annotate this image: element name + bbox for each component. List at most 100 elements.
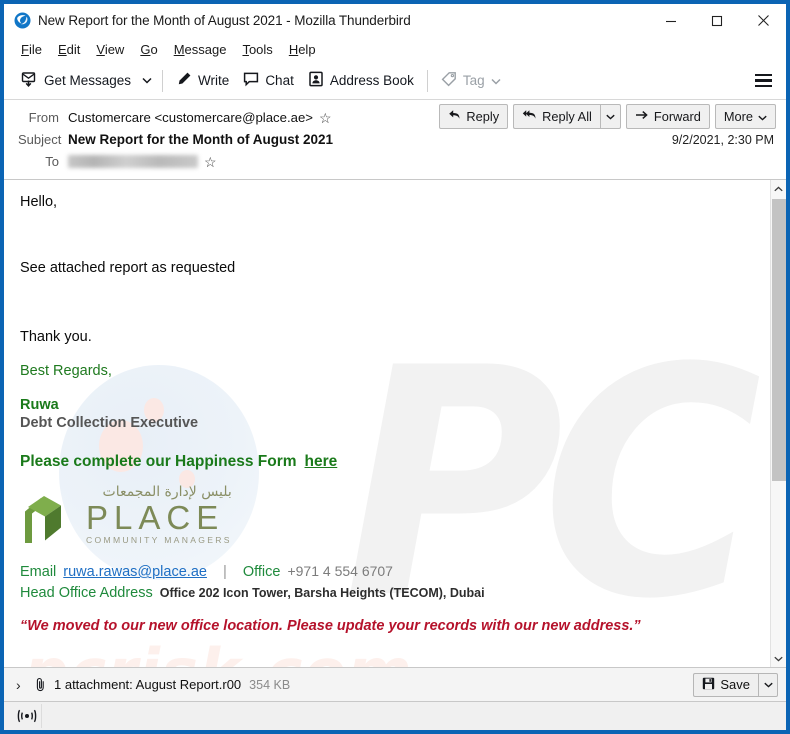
email-label: Email [20,564,57,580]
attachment-expand-icon[interactable]: › [16,677,32,693]
menu-file-rest: ile [28,42,42,57]
place-logo-text: بليس لإدارة المجمعات PLACE COMMUNITY MAN… [86,484,232,547]
scroll-up-arrow[interactable] [771,180,787,197]
menu-message-rest: essage [184,42,227,57]
main-toolbar: Get Messages Write Chat Address Book Tag [4,62,786,100]
to-label: To [45,154,59,169]
watermark-site-text: pcrisk.com [24,635,413,667]
menu-bar: File Edit View Go Message Tools Help [4,37,786,62]
more-button[interactable]: More [714,104,776,129]
toolbar-separator-1 [162,69,164,92]
contact-block: Email ruwa.rawas@place.ae | Office +971 … [20,563,770,601]
menu-tools-rest: ools [248,42,273,57]
forward-label: Forward [653,109,701,124]
happiness-form-link[interactable]: here [305,453,338,470]
signature-name: Ruwa [20,397,59,413]
paperclip-icon [34,677,47,692]
message-body: PC pcrisk.com Hello, See attached report… [4,180,770,667]
star-icon-to[interactable]: ☆ [204,155,217,169]
menu-message[interactable]: Message [166,40,235,59]
menu-go-rest: o [150,42,158,57]
menu-help[interactable]: Help [281,40,324,59]
reply-all-split: Reply All [513,104,621,129]
scroll-down-arrow[interactable] [771,650,787,667]
relocation-quote: “We moved to our new office location. Pl… [20,618,641,634]
get-messages-button[interactable]: Get Messages [14,66,138,95]
body-scrollbar[interactable] [770,180,786,667]
menu-edit[interactable]: Edit [50,40,88,59]
address-label: Head Office Address [20,585,153,601]
place-logo-tagline: COMMUNITY MANAGERS [86,535,232,545]
write-label: Write [198,73,230,88]
menu-go-accel: G [140,42,151,57]
window-title: New Report for the Month of August 2021 … [38,13,411,28]
reply-all-dropdown[interactable] [599,104,621,129]
online-status-icon[interactable] [12,704,42,728]
hamburger-bar-3 [755,84,772,88]
save-attachment-button[interactable]: Save [693,672,758,697]
attachment-bar: › 1 attachment: August Report.r00 354 KB [4,668,786,702]
write-button[interactable]: Write [169,66,236,95]
reply-button[interactable]: Reply [439,104,509,129]
save-split-button: Save [693,672,778,697]
forward-button[interactable]: Forward [625,104,710,129]
thunderbird-icon [14,12,31,29]
reading-pane: PC pcrisk.com Hello, See attached report… [4,180,786,668]
app-menu-button[interactable] [749,68,778,94]
reply-all-button[interactable]: Reply All [513,104,600,129]
maximize-button[interactable] [694,4,740,37]
save-dropdown-button[interactable] [758,672,778,697]
message-content: Hello, See attached report as requested … [20,194,770,634]
menu-view[interactable]: View [88,40,132,59]
scrollbar-thumb[interactable] [771,199,786,481]
email-link[interactable]: ruwa.rawas@place.ae [63,564,207,580]
tag-button[interactable]: Tag [434,66,508,95]
title-bar: New Report for the Month of August 2021 … [4,4,786,37]
body-spacer-2 [20,276,770,329]
menu-view-rest: iew [104,42,125,57]
menu-go[interactable]: Go [132,40,165,59]
tag-label: Tag [462,73,485,88]
menu-help-accel: H [288,42,299,57]
body-spacer-1 [20,210,770,260]
close-button[interactable] [740,4,786,37]
place-logo: بليس لإدارة المجمعات PLACE COMMUNITY MAN… [20,484,770,547]
toolbar-separator-2 [426,69,428,92]
scrollbar-track[interactable] [771,197,787,650]
office-label: Office [242,564,281,580]
get-messages-icon [21,71,38,91]
address-book-button[interactable]: Address Book [301,66,421,95]
get-messages-dropdown[interactable] [138,66,156,95]
menu-file-accel: F [21,42,29,57]
more-label: More [723,109,753,124]
body-greeting: Hello, [20,194,58,210]
body-spacer-3 [20,345,770,363]
reply-arrow-icon [448,109,461,124]
save-disk-icon [702,677,715,693]
menu-help-rest: elp [298,42,316,57]
menu-file[interactable]: File [13,40,50,59]
chat-button[interactable]: Chat [236,66,301,95]
body-spacer-4 [20,379,770,397]
save-label: Save [720,677,750,692]
to-value-redacted[interactable] [68,155,198,168]
hamburger-bar-1 [755,73,772,77]
minimize-button[interactable] [648,4,694,37]
star-icon-from[interactable]: ☆ [319,111,332,125]
more-caret-icon [758,109,767,124]
body-regards: Best Regards, [20,363,112,379]
status-bar [4,702,786,730]
place-logo-mark-icon [20,485,82,547]
attachment-text: 1 attachment: August Report.r00 [54,677,242,692]
menu-message-accel: M [173,42,185,57]
tag-icon [441,71,457,90]
pencil-icon [176,71,192,90]
menu-tools[interactable]: Tools [234,40,280,59]
get-messages-label: Get Messages [44,73,132,88]
subject-label: Subject [18,132,62,147]
address-book-icon [308,71,324,90]
reply-all-arrow-icon [522,109,537,124]
menu-edit-accel: E [57,42,67,57]
to-row: To ☆ [4,151,786,172]
from-value[interactable]: Customercare <customercare@place.ae> [68,110,313,125]
